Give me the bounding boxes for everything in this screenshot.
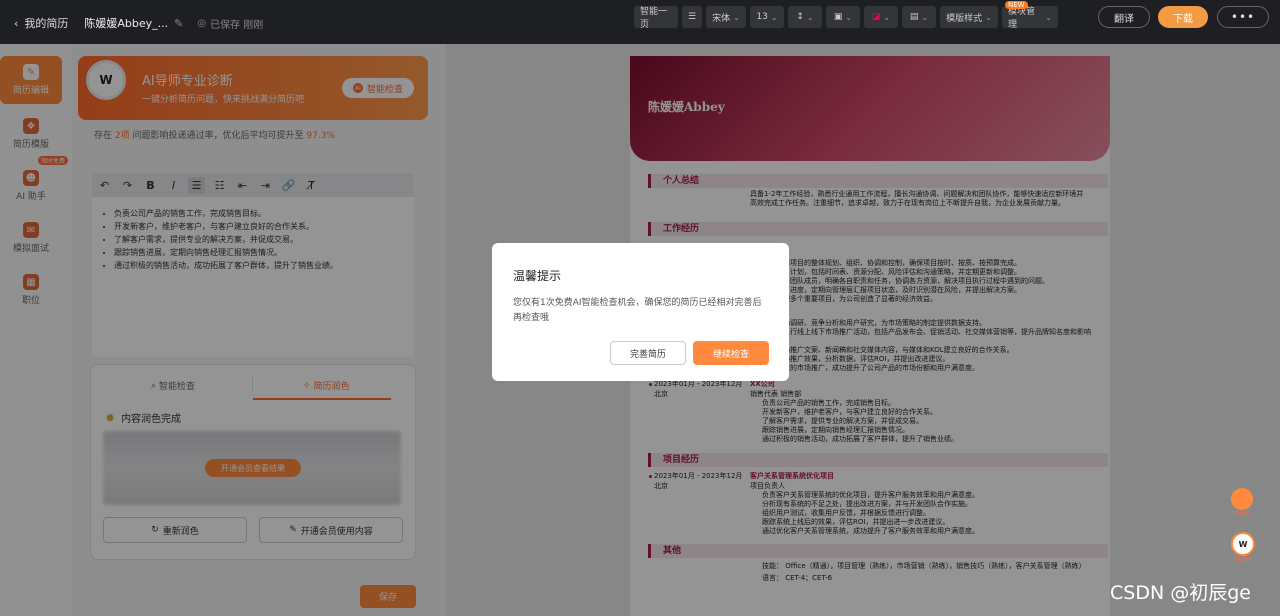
top-bar-left: ‹ 我的简历 陈媛媛Abbey_... ✎ ◎ 已保存 刚刚 [0, 15, 263, 31]
template-style-label: 模版样式 [946, 13, 983, 24]
spacing-select[interactable]: ▤ ⌄ [902, 6, 936, 28]
more-button[interactable]: ••• [1217, 6, 1269, 28]
line-height-icon: ↕ [796, 12, 804, 22]
color-icon: ◪ [871, 12, 881, 22]
align-icon[interactable]: ☰ [682, 6, 702, 28]
resume-library-label: 简历库 [1234, 511, 1250, 517]
translate-button[interactable]: 翻译 [1098, 6, 1150, 28]
chevron-down-icon: ⌄ [733, 12, 740, 22]
complete-resume-button[interactable]: 完善简历 [610, 341, 686, 365]
chevron-down-icon: ⌄ [921, 12, 929, 22]
template-style-select[interactable]: 模版样式 ⌄ [940, 6, 998, 28]
chevron-down-icon: ⌄ [845, 12, 853, 22]
chevron-down-icon: ⌄ [806, 12, 814, 22]
back-label: 我的简历 [24, 17, 69, 30]
chevron-down-icon: ⌄ [770, 12, 778, 22]
chevron-down-icon: ⌄ [883, 12, 891, 22]
library-icon [1231, 488, 1253, 510]
chevron-down-icon: ⌄ [1045, 12, 1052, 22]
chevron-left-icon: ‹ [14, 16, 19, 30]
save-status: ◎ 已保存 刚刚 [197, 16, 263, 31]
check-circle-icon: ◎ [197, 17, 207, 29]
job-assistant-button[interactable]: W 求职助手 [1226, 532, 1260, 566]
smart-one-page-button[interactable]: 智能一页 [634, 6, 678, 30]
smart-one-page-label: 智能一页 [640, 7, 668, 30]
font-family-select[interactable]: 宋体 ⌄ [706, 6, 746, 28]
module-manage-select[interactable]: 模块管理 ⌄ [1002, 6, 1058, 30]
line-height-select[interactable]: ↕ ⌄ [788, 6, 822, 28]
doc-title[interactable]: 陈媛媛Abbey_... [84, 15, 168, 31]
margin-select[interactable]: ▣ ⌄ [826, 6, 860, 28]
top-bar: ‹ 我的简历 陈媛媛Abbey_... ✎ ◎ 已保存 刚刚 智能一页 ☰ 宋体… [0, 0, 1280, 44]
save-status-text: 已保存 刚刚 [210, 19, 264, 31]
margin-icon: ▣ [833, 12, 843, 22]
tip-dialog: 温馨提示 您仅有1次免费AI智能检查机会，确保您的简历已经相对完善后再检查哦 完… [492, 243, 789, 381]
continue-check-button[interactable]: 继续检查 [693, 341, 769, 365]
spacing-icon: ▤ [909, 12, 919, 22]
new-badge: NEW [1005, 1, 1028, 9]
color-select[interactable]: ◪ ⌄ [864, 6, 898, 28]
font-size-value: 13 [756, 12, 768, 22]
chevron-down-icon: ⌄ [985, 12, 992, 22]
back-button[interactable]: ‹ 我的简历 [14, 15, 68, 31]
format-toolbar: 智能一页 ☰ 宋体 ⌄ 13 ⌄ ↕ ⌄ ▣ ⌄ ◪ ⌄ ▤ ⌄ 模版样式 ⌄ 模块管理 ⌄ [634, 6, 1058, 30]
font-family-value: 宋体 [712, 13, 731, 24]
download-button[interactable]: 下载 [1158, 6, 1208, 28]
dialog-title: 温馨提示 [513, 269, 562, 283]
resume-library-button[interactable]: 简历库 [1227, 488, 1257, 522]
pencil-icon[interactable]: ✎ [174, 17, 183, 30]
font-size-select[interactable]: 13 ⌄ [750, 6, 784, 28]
avatar: W [1231, 532, 1255, 556]
watermark: CSDN @初辰ge [1110, 582, 1251, 604]
job-assistant-label: 求职助手 [1232, 557, 1253, 563]
dialog-body: 您仅有1次免费AI智能检查机会，确保您的简历已经相对完善后再检查哦 [513, 298, 762, 323]
